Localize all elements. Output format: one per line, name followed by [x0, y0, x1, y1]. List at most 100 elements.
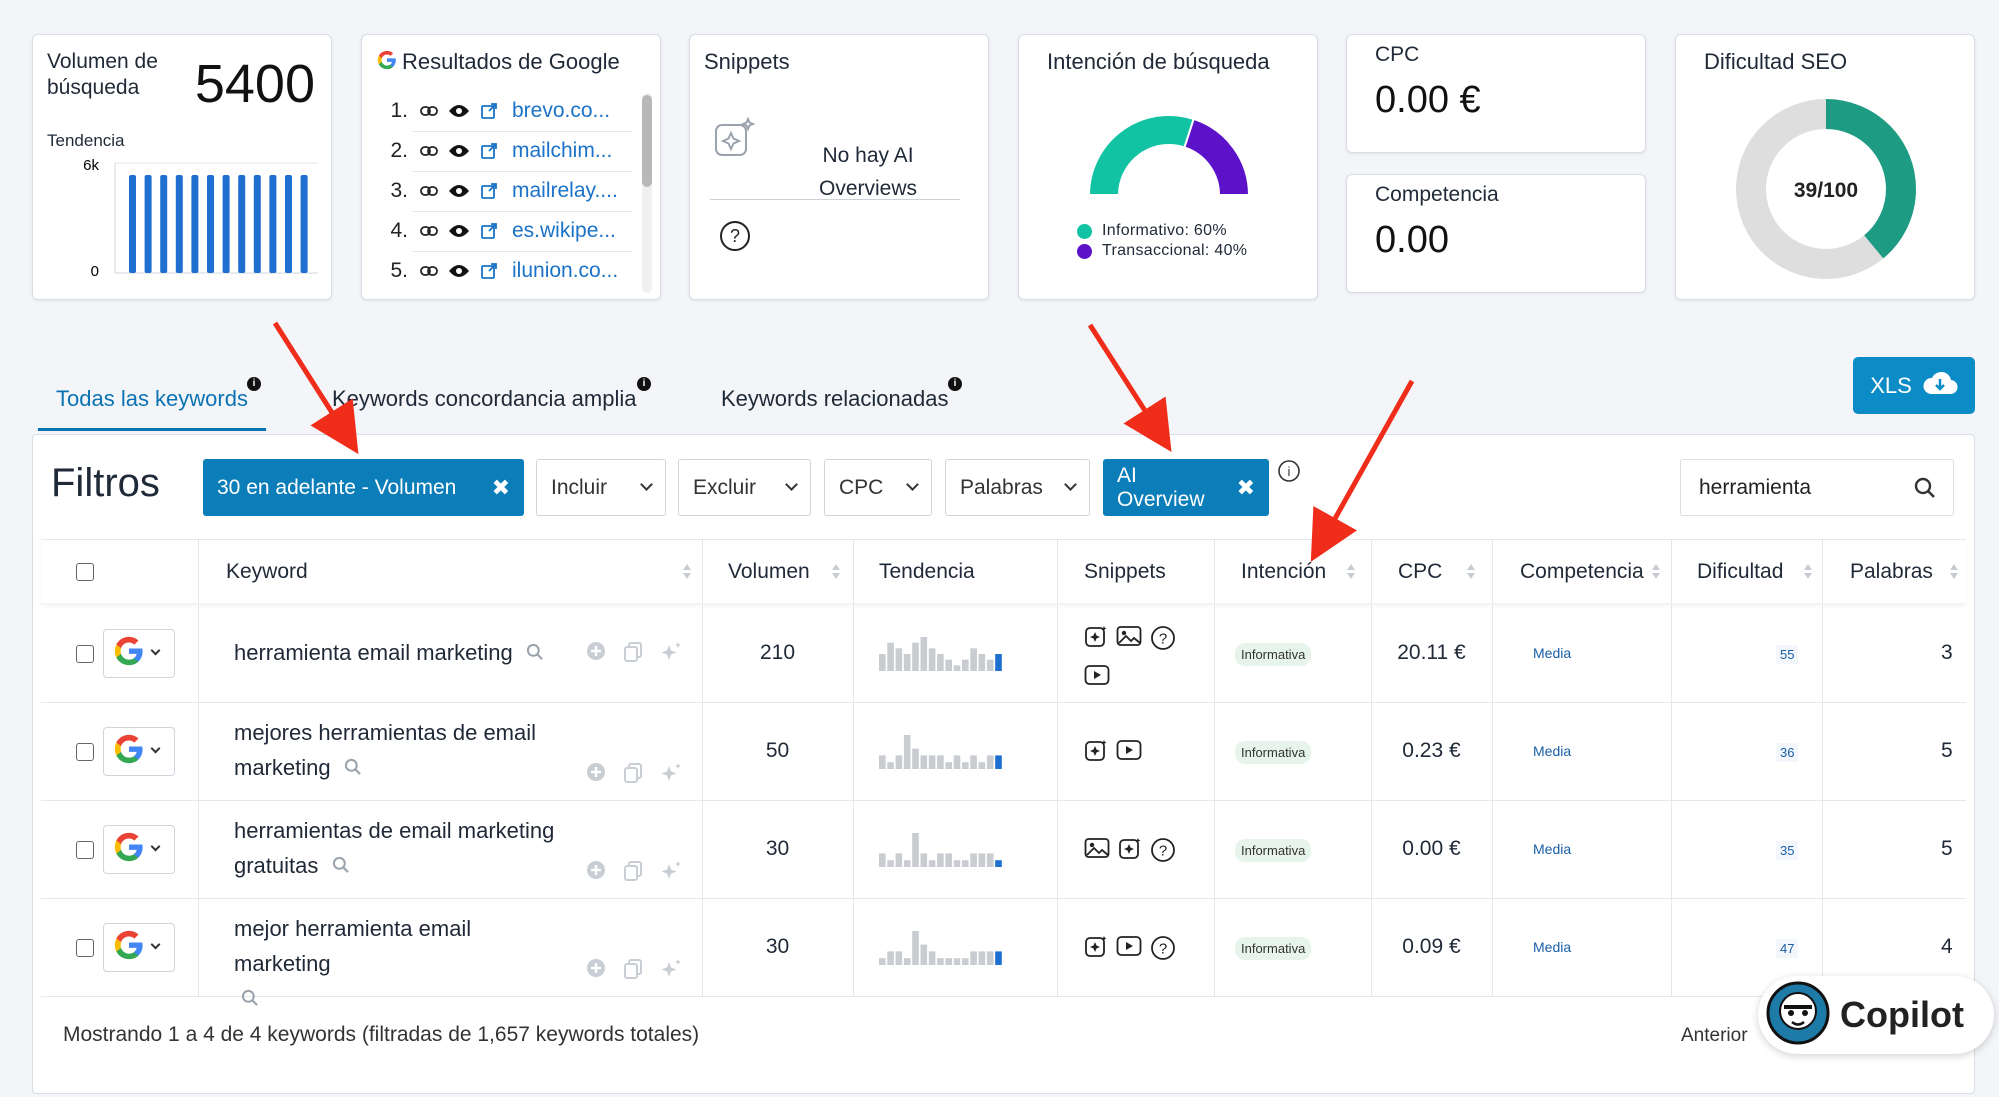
- row-checkbox[interactable]: [76, 743, 94, 761]
- info-icon[interactable]: i: [247, 377, 261, 391]
- competition-card: Competencia 0.00: [1346, 174, 1646, 293]
- link-icon[interactable]: [418, 185, 440, 197]
- image-snippet-icon[interactable]: [1084, 837, 1110, 868]
- words-filter-dropdown[interactable]: Palabras: [945, 459, 1090, 516]
- info-icon[interactable]: i: [948, 377, 962, 391]
- eye-icon[interactable]: [448, 184, 470, 198]
- copy-icon[interactable]: [621, 640, 645, 669]
- remove-filter-icon[interactable]: ✖: [492, 475, 510, 501]
- external-link-icon[interactable]: [478, 102, 500, 120]
- result-domain-link[interactable]: mailchim...: [512, 139, 612, 163]
- question-circle-icon[interactable]: ?: [718, 219, 752, 258]
- add-circle-icon[interactable]: [585, 761, 607, 790]
- ai-overview-icon[interactable]: [1084, 625, 1108, 656]
- sparkle-icon[interactable]: [659, 761, 683, 790]
- add-circle-icon[interactable]: [585, 640, 607, 669]
- sparkle-icon[interactable]: [659, 859, 683, 888]
- google-result-item[interactable]: 1. brevo.co...: [374, 91, 610, 131]
- sparkle-icon[interactable]: [659, 640, 683, 669]
- eye-icon[interactable]: [448, 104, 470, 118]
- search-engine-selector[interactable]: [103, 629, 175, 678]
- search-engine-selector[interactable]: [103, 727, 175, 776]
- eye-icon[interactable]: [448, 264, 470, 278]
- people-also-ask-icon[interactable]: ?: [1150, 625, 1176, 656]
- keyword-text[interactable]: mejores herramientas de email: [234, 715, 564, 750]
- col-cpc[interactable]: CPC: [1398, 540, 1442, 604]
- image-snippet-icon[interactable]: [1116, 625, 1142, 656]
- external-link-icon[interactable]: [478, 262, 500, 280]
- col-competencia[interactable]: Competencia: [1520, 540, 1644, 604]
- results-scrollbar-thumb[interactable]: [642, 95, 652, 187]
- eye-icon[interactable]: [448, 144, 470, 158]
- select-all-checkbox[interactable]: [76, 563, 94, 581]
- export-xls-button[interactable]: XLS: [1853, 357, 1975, 414]
- col-volumen[interactable]: Volumen: [728, 540, 810, 604]
- external-link-icon[interactable]: [478, 182, 500, 200]
- previous-page-link[interactable]: Anterior: [1681, 1025, 1748, 1047]
- keyword-search-input[interactable]: herramienta: [1680, 459, 1954, 516]
- row-checkbox[interactable]: [76, 645, 94, 663]
- google-result-item[interactable]: 5. ilunion.co...: [374, 251, 618, 291]
- video-snippet-icon[interactable]: [1116, 739, 1142, 768]
- volume-filter-chip[interactable]: 30 en adelante - Volumen ✖: [203, 459, 524, 516]
- google-result-item[interactable]: 2. mailchim...: [374, 131, 612, 171]
- people-also-ask-icon[interactable]: ?: [1150, 837, 1176, 868]
- col-keyword[interactable]: Keyword: [226, 540, 308, 604]
- search-engine-selector[interactable]: [103, 923, 175, 972]
- col-intencion[interactable]: Intención: [1241, 540, 1326, 604]
- eye-icon[interactable]: [448, 224, 470, 238]
- tab-all-keywords[interactable]: Todas las keywords: [56, 386, 248, 412]
- search-icon[interactable]: [331, 855, 351, 880]
- result-domain-link[interactable]: es.wikipe...: [512, 219, 616, 243]
- search-icon[interactable]: [1913, 476, 1937, 506]
- keyword-text-cont[interactable]: gratuitas: [234, 853, 318, 878]
- link-icon[interactable]: [418, 105, 440, 117]
- include-filter-dropdown[interactable]: Incluir: [536, 459, 666, 516]
- google-result-item[interactable]: 3. mailrelay....: [374, 171, 618, 211]
- row-checkbox[interactable]: [76, 841, 94, 859]
- ai-overview-icon[interactable]: [1084, 739, 1108, 768]
- external-link-icon[interactable]: [478, 222, 500, 240]
- copy-icon[interactable]: [621, 859, 645, 888]
- add-circle-icon[interactable]: [585, 859, 607, 888]
- external-link-icon[interactable]: [478, 142, 500, 160]
- ai-overview-icon[interactable]: [1118, 837, 1142, 868]
- col-dificultad[interactable]: Dificultad: [1697, 540, 1783, 604]
- keyword-text[interactable]: mejor herramienta email marketing: [234, 911, 564, 981]
- people-also-ask-icon[interactable]: ?: [1150, 935, 1176, 966]
- video-snippet-icon[interactable]: [1084, 664, 1110, 691]
- ai-overview-filter-chip[interactable]: AI Overview ✖: [1103, 459, 1269, 516]
- keyword-text[interactable]: herramienta email marketing: [234, 640, 513, 665]
- tab-related-keywords[interactable]: Keywords relacionadas: [721, 386, 948, 412]
- google-result-item[interactable]: 4. es.wikipe...: [374, 211, 616, 251]
- result-domain-link[interactable]: brevo.co...: [512, 99, 610, 123]
- video-snippet-icon[interactable]: [1116, 935, 1142, 966]
- result-domain-link[interactable]: mailrelay....: [512, 179, 618, 203]
- keyword-text[interactable]: herramientas de email marketing: [234, 813, 564, 848]
- exclude-filter-dropdown[interactable]: Excluir: [678, 459, 811, 516]
- link-icon[interactable]: [418, 265, 440, 277]
- tab-broad-match-keywords[interactable]: Keywords concordancia amplia: [332, 386, 637, 412]
- copy-icon[interactable]: [621, 957, 645, 986]
- info-circle-icon[interactable]: i: [1277, 459, 1301, 488]
- link-icon[interactable]: [418, 145, 440, 157]
- row-checkbox[interactable]: [76, 939, 94, 957]
- cpc-filter-dropdown[interactable]: CPC: [824, 459, 932, 516]
- copy-icon[interactable]: [621, 761, 645, 790]
- copilot-button[interactable]: Copilot: [1758, 976, 1994, 1054]
- search-icon[interactable]: [343, 757, 363, 782]
- result-domain-link[interactable]: ilunion.co...: [512, 259, 618, 283]
- search-icon[interactable]: [525, 642, 545, 667]
- volume-bar: [191, 175, 199, 273]
- add-circle-icon[interactable]: [585, 957, 607, 986]
- link-icon[interactable]: [418, 225, 440, 237]
- keyword-text-cont[interactable]: marketing: [234, 755, 331, 780]
- ai-overview-icon[interactable]: [1084, 935, 1108, 966]
- remove-filter-icon[interactable]: ✖: [1237, 475, 1255, 501]
- search-engine-selector[interactable]: [103, 825, 175, 874]
- search-icon[interactable]: [240, 988, 260, 1013]
- col-palabras[interactable]: Palabras: [1850, 540, 1933, 604]
- sparkle-icon[interactable]: [659, 957, 683, 986]
- row-actions: [585, 761, 683, 790]
- info-icon[interactable]: i: [637, 377, 651, 391]
